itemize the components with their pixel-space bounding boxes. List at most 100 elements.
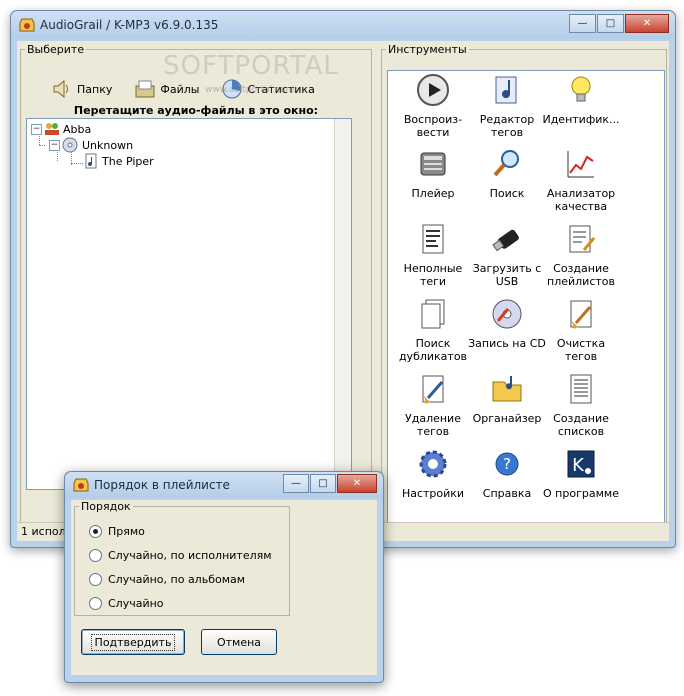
dialog-titlebar[interactable]: Порядок в плейлисте — □ ✕ [65,472,383,498]
tool-magnifier-button[interactable]: Поиск [467,147,547,200]
dialog-app-icon [73,478,89,492]
radio-option-random-artist[interactable]: Случайно, по исполнителям [89,549,272,562]
minimize-button[interactable]: — [569,14,596,33]
dialog-client-area: Порядок Прямо Случайно, по исполнителям … [71,500,377,675]
folder-button[interactable]: Папку [51,78,112,100]
document-icon [422,224,444,254]
lightbulb-icon [571,76,591,102]
tool-play-button[interactable]: Воспроиз- вести [393,73,473,139]
cd-icon [492,299,522,329]
tool-label: Идентифик... [542,113,620,126]
tool-chart-button[interactable]: Анализатор качества [541,147,621,213]
tool-label: Редактор тегов [479,113,535,139]
status-text: 1 испол [21,525,66,538]
chart-icon [567,151,594,178]
radio-label: Случайно [108,597,164,610]
drop-hint: Перетащите аудио-файлы в это окно: [73,104,319,117]
tool-usb-button[interactable]: Загрузить с USB [467,222,547,288]
artist-label: Abba [63,122,92,136]
tool-label: Очистка тегов [556,337,606,363]
broom-delete-icon [422,375,444,404]
watermark: SOFTPORTAL [163,51,339,81]
radio-label: Случайно, по исполнителям [108,549,272,562]
tool-duplicates-button[interactable]: Поиск дубликатов [393,297,473,363]
tool-playlist-edit-button[interactable]: Создание плейлистов [541,222,621,288]
main-titlebar[interactable]: AudioGrail / K-MP3 v6.9.0.135 — □ ✕ [11,11,675,39]
folder-button-label: Папку [77,82,113,96]
dialog-title: Порядок в плейлисте [94,478,230,492]
radio-indicator[interactable] [89,525,102,538]
radio-indicator[interactable] [89,549,102,562]
collapse-toggle-icon[interactable]: − [31,123,42,135]
tool-folder-button[interactable]: Органайзер [467,372,547,425]
svg-text:K: K [572,455,585,476]
tool-label: Неполные теги [403,262,463,288]
tool-label: Загрузить с USB [472,262,542,288]
files-button-label: Файлы [160,82,200,96]
tool-help-button[interactable]: ? Справка [467,447,547,500]
tree-node-artist[interactable]: − Abba [31,121,91,137]
tree-scrollbar[interactable] [334,119,351,489]
tree-node-album[interactable]: − Unknown [49,137,133,153]
maximize-button[interactable]: □ [597,14,624,33]
tool-label: Органайзер [472,412,542,425]
tree-node-track[interactable]: The Piper [85,153,154,169]
tool-music-note-button[interactable]: Редактор тегов [467,73,547,139]
tool-broom-button[interactable]: Очистка тегов [541,297,621,363]
watermark-url: www.softportal.com [205,85,295,95]
tool-player-button[interactable]: Плейер [393,147,473,200]
radio-option-random-album[interactable]: Случайно, по альбомам [89,573,245,586]
collapse-toggle-icon[interactable]: − [49,139,60,151]
usb-icon [492,229,519,252]
radio-label: Прямо [108,525,145,538]
tool-gear-button[interactable]: Настройки [393,447,473,500]
tool-label: Справка [482,487,532,500]
artist-icon [45,123,59,135]
tool-label: Плейер [411,187,455,200]
about-icon: K [567,450,595,478]
speaker-icon [53,79,68,99]
tool-list-button[interactable]: Создание списков [541,372,621,438]
tool-label: О программе [543,487,619,500]
tool-about-button[interactable]: K О программе [541,447,621,500]
files-button[interactable]: Файлы [134,78,199,100]
files-icon [135,80,155,98]
cancel-button-label: Отмена [216,635,262,649]
radio-option-straight[interactable]: Прямо [89,525,145,538]
cancel-button[interactable]: Отмена [201,629,277,655]
radio-indicator[interactable] [89,597,102,610]
main-window: AudioGrail / K-MP3 v6.9.0.135 — □ ✕ Выбе… [10,10,676,548]
playlist-order-dialog: Порядок в плейлисте — □ ✕ Порядок Прямо … [64,471,384,683]
tool-broom-delete-button[interactable]: Удаление тегов [393,372,473,438]
confirm-button[interactable]: Подтвердить [81,629,185,655]
gear-icon [419,450,447,478]
broom-icon [570,300,592,329]
confirm-button-label: Подтвердить [90,633,176,651]
dialog-close-button[interactable]: ✕ [337,474,377,493]
file-tree[interactable]: − Abba − Unknown The Piper [26,118,352,490]
album-label: Unknown [82,138,134,152]
tool-label: Поиск дубликатов [398,337,468,363]
tool-document-button[interactable]: Неполные теги [393,222,473,288]
window-title: AudioGrail / K-MP3 v6.9.0.135 [40,18,219,32]
tool-cd-button[interactable]: Запись на CD [467,297,547,350]
svg-text:?: ? [503,455,511,473]
player-icon [420,152,446,176]
tool-label: Настройки [401,487,465,500]
folder-icon [492,376,522,402]
magnifier-icon [493,150,519,177]
order-group-legend: Порядок [81,500,131,513]
radio-option-random[interactable]: Случайно [89,597,164,610]
music-note-icon [495,76,517,104]
radio-indicator[interactable] [89,573,102,586]
app-icon [19,18,35,32]
playlist-edit-icon [569,225,596,253]
main-client-area: Выберите Папку Файлы Статистика Перетащи… [17,41,669,541]
dialog-maximize-button[interactable]: □ [310,474,336,493]
tool-label: Воспроиз- вести [403,113,463,139]
tool-label: Анализатор качества [546,187,616,213]
dialog-minimize-button[interactable]: — [283,474,309,493]
tool-lightbulb-button[interactable]: Идентифик... [541,73,621,126]
close-button[interactable]: ✕ [625,14,669,33]
list-icon [570,374,592,404]
